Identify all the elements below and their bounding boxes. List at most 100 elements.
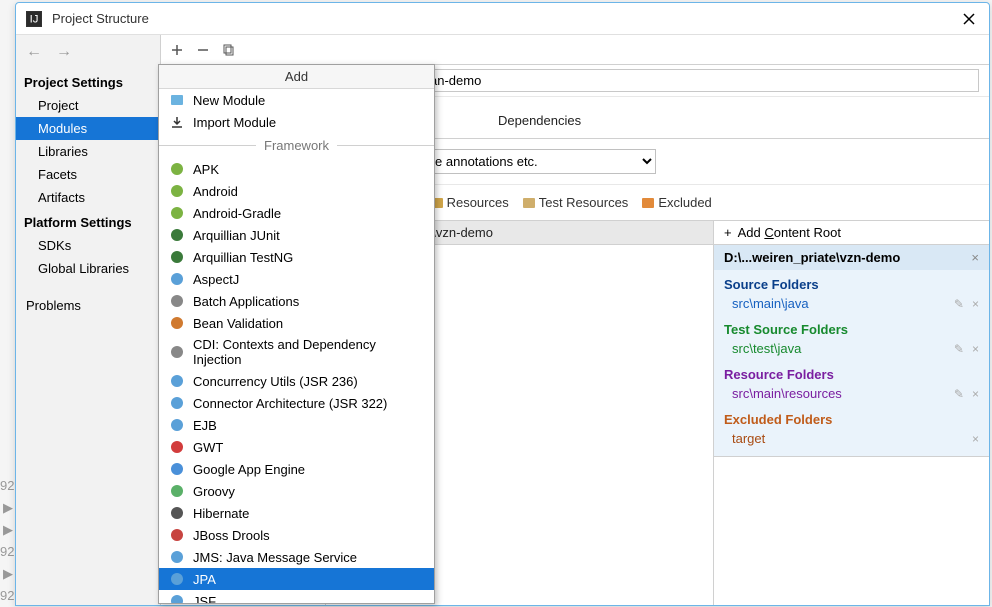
menu-framework-jsf[interactable]: JSF [159,590,434,604]
editor-gutter: 92▶▶92▶92 [0,475,15,607]
remove-button[interactable] [195,42,211,58]
sidebar-item-sdks[interactable]: SDKs [16,234,160,257]
menu-framework-jpa[interactable]: JPA [159,568,434,590]
excluded-folder-path[interactable]: target [732,431,765,446]
framework-icon [169,439,185,455]
menu-framework-hibernate[interactable]: Hibernate [159,502,434,524]
test-folder-entry: src\test\java ✎ × [714,339,989,360]
window-title: Project Structure [52,11,959,26]
menu-framework-batch-applications[interactable]: Batch Applications [159,290,434,312]
framework-icon [169,417,185,433]
remove-icon[interactable]: × [972,297,979,311]
menu-framework-android-gradle[interactable]: Android-Gradle [159,202,434,224]
resource-folder-path[interactable]: src\main\resources [732,386,842,401]
menu-framework-gwt[interactable]: GWT [159,436,434,458]
framework-label: APK [193,162,219,177]
folder-icon [169,92,185,108]
menu-framework-apk[interactable]: APK [159,158,434,180]
mark-resources[interactable]: Resources [431,195,509,210]
copy-button[interactable] [221,42,237,58]
menu-framework-ejb[interactable]: EJB [159,414,434,436]
test-folders-title: Test Source Folders [714,315,989,339]
sidebar-section-project-settings: Project Settings [16,69,160,94]
sidebar: ← → Project Settings Project Modules Lib… [16,35,161,605]
remove-icon[interactable]: × [972,432,979,446]
framework-icon [169,205,185,221]
framework-icon [169,315,185,331]
framework-icon [169,461,185,477]
menu-framework-connector-architecture-jsr-322-[interactable]: Connector Architecture (JSR 322) [159,392,434,414]
sidebar-item-modules[interactable]: Modules [16,117,160,140]
remove-icon[interactable]: × [972,387,979,401]
menu-framework-google-app-engine[interactable]: Google App Engine [159,458,434,480]
source-folder-path[interactable]: src\main\java [732,296,809,311]
framework-icon [169,549,185,565]
framework-label: JSF [193,594,216,605]
content-root[interactable]: D:\...weiren_priate\vzn-demo × [714,245,989,270]
source-folder-entry: src\main\java ✎ × [714,294,989,315]
framework-label: Bean Validation [193,316,283,331]
forward-arrow-icon[interactable]: → [56,43,72,61]
mark-excluded[interactable]: Excluded [642,195,711,210]
menu-framework-bean-validation[interactable]: Bean Validation [159,312,434,334]
add-popup: Add New Module Import Module Framework A… [158,64,435,604]
framework-icon [169,593,185,604]
edit-icon[interactable]: ✎ [954,297,964,311]
menu-framework-groovy[interactable]: Groovy [159,480,434,502]
sidebar-item-artifacts[interactable]: Artifacts [16,186,160,209]
popup-separator: Framework [159,138,434,153]
framework-icon [169,373,185,389]
menu-import-module[interactable]: Import Module [159,111,434,133]
framework-label: Google App Engine [193,462,305,477]
menu-new-module[interactable]: New Module [159,89,434,111]
framework-label: JMS: Java Message Service [193,550,357,565]
framework-label: Connector Architecture (JSR 322) [193,396,387,411]
add-button[interactable] [169,42,185,58]
menu-framework-cdi-contexts-and-dependency-injection[interactable]: CDI: Contexts and Dependency Injection [159,334,434,370]
tab-dependencies[interactable]: Dependencies [496,107,583,138]
framework-label: CDI: Contexts and Dependency Injection [193,337,424,367]
framework-icon [169,293,185,309]
back-arrow-icon[interactable]: ← [26,43,42,61]
menu-framework-jboss-drools[interactable]: JBoss Drools [159,524,434,546]
framework-label: Concurrency Utils (JSR 236) [193,374,358,389]
folders-column: + Add Content Root D:\...weiren_priate\v… [714,221,989,605]
resource-folders-title: Resource Folders [714,360,989,384]
toolbar [161,35,989,65]
framework-label: Arquillian TestNG [193,250,293,265]
menu-framework-jms-java-message-service[interactable]: JMS: Java Message Service [159,546,434,568]
framework-label: Android [193,184,238,199]
mark-test-resources[interactable]: Test Resources [523,195,629,210]
framework-icon [169,161,185,177]
sidebar-item-facets[interactable]: Facets [16,163,160,186]
sidebar-item-global-libraries[interactable]: Global Libraries [16,257,160,280]
resource-folder-entry: src\main\resources ✎ × [714,384,989,405]
module-name-input[interactable] [388,69,979,92]
sidebar-item-project[interactable]: Project [16,94,160,117]
edit-icon[interactable]: ✎ [954,342,964,356]
framework-icon [169,483,185,499]
test-folder-path[interactable]: src\test\java [732,341,801,356]
sidebar-item-libraries[interactable]: Libraries [16,140,160,163]
edit-icon[interactable]: ✎ [954,387,964,401]
remove-root-icon[interactable]: × [971,250,979,265]
close-button[interactable] [959,9,979,29]
framework-label: JPA [193,572,216,587]
title-bar: IJ Project Structure [16,3,989,35]
sidebar-item-problems[interactable]: Problems [16,294,160,317]
framework-icon [169,183,185,199]
svg-text:IJ: IJ [30,13,39,25]
excluded-folder-entry: target × [714,429,989,450]
framework-label: Hibernate [193,506,249,521]
add-content-root[interactable]: + Add Content Root [714,221,989,245]
menu-framework-concurrency-utils-jsr-236-[interactable]: Concurrency Utils (JSR 236) [159,370,434,392]
framework-icon [169,271,185,287]
remove-icon[interactable]: × [972,342,979,356]
source-folders-title: Source Folders [714,270,989,294]
menu-framework-android[interactable]: Android [159,180,434,202]
framework-label: GWT [193,440,223,455]
menu-framework-arquillian-testng[interactable]: Arquillian TestNG [159,246,434,268]
menu-framework-aspectj[interactable]: AspectJ [159,268,434,290]
plus-icon: + [724,225,732,240]
menu-framework-arquillian-junit[interactable]: Arquillian JUnit [159,224,434,246]
